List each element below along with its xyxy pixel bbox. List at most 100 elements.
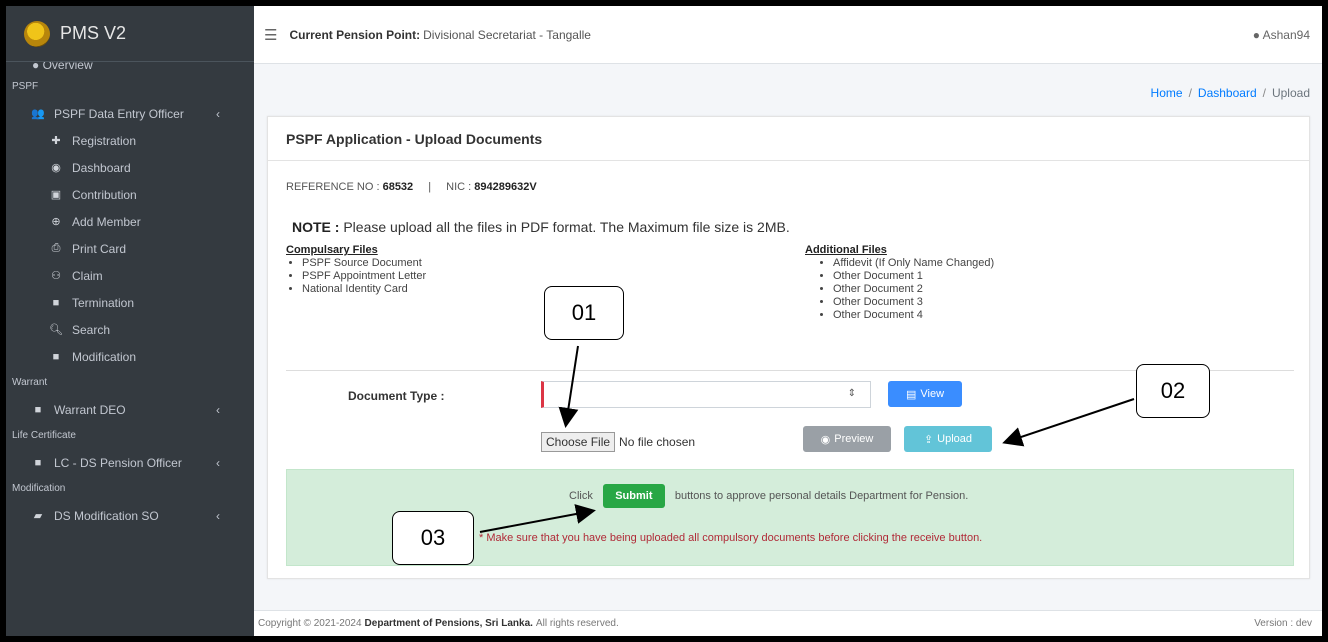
file-input[interactable]: Choose File No file chosen bbox=[541, 432, 695, 452]
sidebar-item-label: Contribution bbox=[72, 187, 137, 202]
org-name[interactable]: Department of Pensions, Sri Lanka. bbox=[365, 618, 533, 629]
view-button[interactable]: ▤ View bbox=[888, 381, 962, 407]
additional-files: Additional Files Affidevit (If Only Name… bbox=[805, 244, 994, 322]
users-icon: 👥 bbox=[31, 108, 45, 120]
sidebar-item-registration[interactable]: ✚ Registration bbox=[6, 127, 254, 154]
list-item: Other Document 1 bbox=[833, 270, 994, 283]
section-life-certificate: Life Certificate bbox=[12, 430, 76, 441]
document-type-select[interactable]: ⇕ bbox=[541, 381, 871, 408]
reference-value: 68532 bbox=[382, 181, 414, 193]
user-menu[interactable]: ● Ashan94 bbox=[1253, 28, 1310, 42]
money-icon: ▣ bbox=[50, 189, 62, 201]
username: Ashan94 bbox=[1262, 27, 1310, 42]
chevron-left-icon: ‹ bbox=[216, 508, 220, 523]
sidebar-group-warrant-deo[interactable]: ■ Warrant DEO ‹ bbox=[6, 396, 254, 423]
breadcrumb: Home / Dashboard / Upload bbox=[1150, 86, 1310, 100]
top-navbar: ☰ Current Pension Point: Divisional Secr… bbox=[254, 6, 1322, 64]
list-item: Other Document 2 bbox=[833, 283, 994, 296]
select-arrows-icon: ⇕ bbox=[847, 388, 856, 399]
printer-icon: ⎙ bbox=[51, 242, 61, 254]
copyright-text: Copyright © 2021-2024 bbox=[258, 618, 362, 629]
pension-point-label: Current Pension Point: bbox=[289, 27, 421, 42]
nic-label: NIC : bbox=[446, 181, 472, 193]
square-icon: ■ bbox=[34, 456, 42, 469]
note-text: Please upload all the files in PDF forma… bbox=[343, 219, 790, 235]
sidebar-item-termination[interactable]: ■ Termination bbox=[6, 289, 254, 316]
version-text: Version : dev bbox=[1254, 618, 1312, 629]
sidebar-item-overview[interactable]: ● Overview bbox=[6, 62, 254, 74]
sidebar-item-search[interactable]: 🔍︎ Search bbox=[6, 316, 254, 343]
brand[interactable]: PMS V2 bbox=[6, 6, 254, 62]
upload-card: PSPF Application - Upload Documents REFE… bbox=[267, 116, 1310, 579]
sidebar-item-label: LC - DS Pension Officer bbox=[54, 455, 182, 470]
breadcrumb-home[interactable]: Home bbox=[1151, 86, 1183, 100]
emblem-logo-icon bbox=[24, 20, 50, 47]
app-frame: PMS V2 ● Overview PSPF 👥 PSPF Data Entry… bbox=[6, 6, 1322, 636]
alert-click-text: Click bbox=[569, 490, 593, 502]
sidebar-group-pspf-data-entry-officer[interactable]: 👥 PSPF Data Entry Officer ‹ bbox=[6, 100, 254, 127]
sidebar-item-label: PSPF Data Entry Officer bbox=[54, 106, 184, 121]
square-icon: ■ bbox=[52, 296, 60, 309]
sidebar-item-print-card[interactable]: ⎙ Print Card bbox=[6, 235, 254, 262]
card-title: PSPF Application - Upload Documents bbox=[268, 117, 1309, 161]
list-item: Affidevit (If Only Name Changed) bbox=[833, 257, 994, 270]
upload-button[interactable]: ⇪ Upload bbox=[904, 426, 992, 452]
user-plus-icon: ⊕ bbox=[51, 216, 61, 228]
callout-02: 02 bbox=[1136, 364, 1210, 418]
preview-button-label: Preview bbox=[834, 433, 874, 445]
sidebar-item-dashboard[interactable]: ◉ Dashboard bbox=[6, 154, 254, 181]
sidebar-group-ds-modification-so[interactable]: ▰ DS Modification SO ‹ bbox=[6, 502, 254, 529]
eye-icon: ◉ bbox=[820, 433, 831, 446]
sidebar-item-label: Registration bbox=[72, 133, 137, 148]
alert-warning: * Make sure that you have being uploaded… bbox=[479, 532, 983, 544]
sidebar-item-label: Search bbox=[72, 322, 111, 337]
list-item: Other Document 4 bbox=[833, 309, 994, 322]
note-label: NOTE : bbox=[292, 219, 340, 235]
preview-button[interactable]: ◉ Preview bbox=[803, 426, 891, 452]
chevron-left-icon: ‹ bbox=[216, 106, 220, 121]
sidebar-item-label: Print Card bbox=[72, 241, 127, 256]
sidebar-item-add-member[interactable]: ⊕ Add Member bbox=[6, 208, 254, 235]
dashboard-icon: ◉ bbox=[51, 162, 61, 174]
reference-label: REFERENCE NO : bbox=[286, 181, 380, 193]
sidebar-item-label: Modification bbox=[72, 349, 137, 364]
list-item: Other Document 3 bbox=[833, 296, 994, 309]
choose-file-button[interactable]: Choose File bbox=[541, 432, 616, 452]
sidebar-item-label: Add Member bbox=[72, 214, 141, 229]
callout-03: 03 bbox=[392, 511, 474, 565]
submit-button[interactable]: Submit bbox=[602, 484, 665, 508]
reference-info: REFERENCE NO : 68532 | NIC : 894289632V bbox=[286, 181, 537, 193]
document-type-label: Document Type : bbox=[348, 389, 445, 403]
sidebar-item-label: Dashboard bbox=[72, 160, 131, 175]
sidebar-item-contribution[interactable]: ▣ Contribution bbox=[6, 181, 254, 208]
callout-01: 01 bbox=[544, 286, 624, 340]
compulsory-files: Compulsary Files PSPF Source Document PS… bbox=[286, 244, 426, 296]
list-item: National Identity Card bbox=[302, 283, 426, 296]
list-item: PSPF Appointment Letter bbox=[302, 270, 426, 283]
sidebar-item-modification[interactable]: ■ Modification bbox=[6, 343, 254, 370]
search-icon: 🔍︎ bbox=[49, 324, 63, 336]
section-pspf: PSPF bbox=[12, 81, 39, 92]
chevron-left-icon: ‹ bbox=[216, 455, 220, 470]
alert-instruction: buttons to approve personal details Depa… bbox=[674, 490, 969, 502]
user-icon: ⚇ bbox=[51, 270, 61, 282]
compulsory-files-title: Compulsary Files bbox=[286, 244, 378, 256]
chevron-left-icon: ‹ bbox=[216, 402, 220, 417]
section-modification: Modification bbox=[12, 483, 66, 494]
sidebar-item-claim[interactable]: ⚇ Claim bbox=[6, 262, 254, 289]
sidebar-item-label: Overview bbox=[42, 62, 93, 72]
additional-files-title: Additional Files bbox=[805, 244, 887, 256]
sidebar-group-lc-ds-pension-officer[interactable]: ■ LC - DS Pension Officer ‹ bbox=[6, 449, 254, 476]
menu-toggle-icon[interactable]: ☰ bbox=[264, 26, 277, 44]
list-item: PSPF Source Document bbox=[302, 257, 426, 270]
upload-icon: ⇪ bbox=[923, 433, 934, 446]
plus-icon: ✚ bbox=[51, 135, 61, 147]
sidebar-item-label: DS Modification SO bbox=[54, 508, 159, 523]
sidebar-item-label: Warrant DEO bbox=[54, 402, 126, 417]
upload-button-label: Upload bbox=[937, 433, 973, 445]
sidebar-item-label: Termination bbox=[72, 295, 135, 310]
breadcrumb-current: Upload bbox=[1271, 86, 1310, 100]
nic-value: 894289632V bbox=[474, 181, 537, 193]
breadcrumb-dashboard[interactable]: Dashboard bbox=[1198, 86, 1257, 100]
view-button-label: View bbox=[920, 388, 945, 400]
